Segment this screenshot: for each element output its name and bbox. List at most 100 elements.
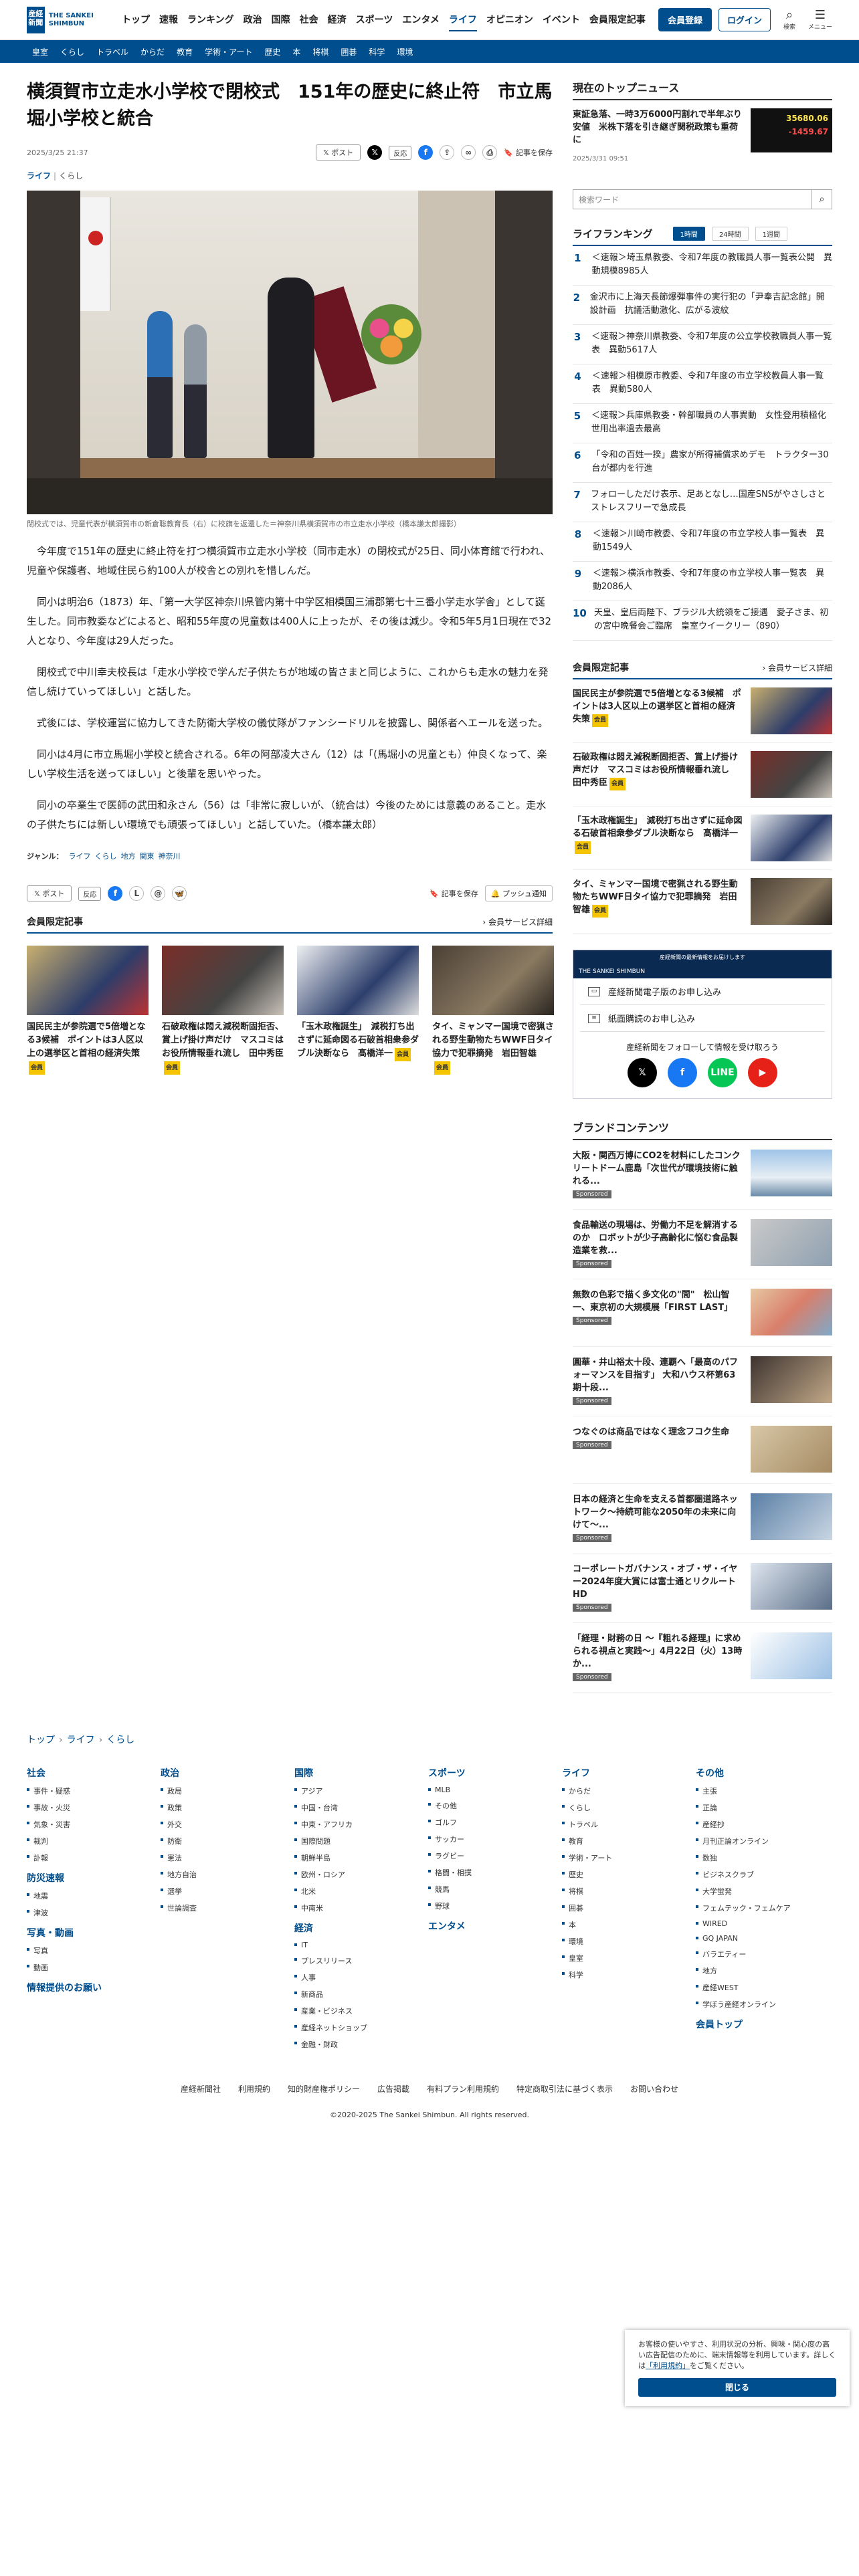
footer-link[interactable]: 学術・アート xyxy=(562,1852,696,1863)
footer-link[interactable]: 競馬 xyxy=(428,1884,562,1895)
footer-link[interactable]: ラグビー xyxy=(428,1850,562,1861)
footer-link[interactable]: 防衛 xyxy=(161,1836,294,1846)
save-article-button-bottom[interactable]: 🔖 記事を保存 xyxy=(430,888,478,899)
footer-link[interactable]: 月刊正論オンライン xyxy=(696,1836,830,1846)
footer-link[interactable]: 産経抄 xyxy=(696,1819,830,1830)
footer-link[interactable]: 津波 xyxy=(27,1907,161,1918)
footer-link[interactable]: 人事 xyxy=(294,1972,428,1983)
facebook-icon[interactable]: f xyxy=(668,1058,697,1087)
breadcrumb-item[interactable]: ライフ xyxy=(67,1735,95,1745)
footer-group-heading[interactable]: 経済 xyxy=(294,1921,428,1935)
footer-link[interactable]: 皇室 xyxy=(562,1953,696,1963)
youtube-icon[interactable]: ▶ xyxy=(748,1058,777,1087)
topnews-item[interactable]: 東証急落、一時3万6000円割れで半年ぶり安値 米株下落を引き継ぎ関税政策も重荷… xyxy=(573,108,832,152)
subnav-item[interactable]: 学術・アート xyxy=(205,46,252,58)
subnav-item[interactable]: くらし xyxy=(60,46,84,58)
nav-item[interactable]: エンタメ xyxy=(402,9,440,31)
footer-link[interactable]: 科学 xyxy=(562,1969,696,1980)
promo-row[interactable]: ▭ 産経新聞電子版のお申し込み xyxy=(580,978,825,1005)
threads-icon[interactable]: @ xyxy=(151,886,166,901)
member-article-card[interactable]: 国民民主が参院選で5倍増となる3候補 ポイントは3人区以上の選挙区と首相の経済失… xyxy=(27,946,149,1075)
share-icon[interactable]: ⇪ xyxy=(440,145,455,160)
footer-group-heading[interactable]: 会員トップ xyxy=(696,2018,830,2031)
ranking-item[interactable]: 8 ＜速報＞川崎市教委、令和7年度の市立学校人事一覧表 異動1549人 xyxy=(573,522,832,562)
footer-link[interactable]: 正論 xyxy=(696,1802,830,1813)
search-button[interactable]: ⌕ 検索 xyxy=(777,9,801,31)
brand-item[interactable]: 食品輸送の現場は、労働力不足を解消するのか ロボットが少子高齢化に悩む食品製造業… xyxy=(573,1219,832,1279)
footer-link[interactable]: 教育 xyxy=(562,1836,696,1846)
footer-link[interactable]: 訃報 xyxy=(27,1852,161,1863)
footer-link[interactable]: 野球 xyxy=(428,1901,562,1911)
register-button[interactable]: 会員登録 xyxy=(658,8,712,31)
member-article-card[interactable]: 石破政権は悶え減税断固拒否、賞上げ掛け声だけ マスコミはお役所情報垂れ流し 田中… xyxy=(162,946,284,1075)
subnav-item[interactable]: からだ xyxy=(140,46,165,58)
nav-item[interactable]: 速報 xyxy=(159,9,178,31)
footer-link[interactable]: 産業・ビジネス xyxy=(294,2006,428,2016)
footer-link[interactable]: ゴルフ xyxy=(428,1817,562,1828)
promo-banner-2[interactable]: THE SANKEI SHIMBUN xyxy=(573,965,832,978)
nav-item[interactable]: 経済 xyxy=(328,9,347,31)
footer-group-heading[interactable]: ライフ xyxy=(562,1766,696,1780)
footer-bottom-link[interactable]: 特定商取引法に基づく表示 xyxy=(516,2083,613,2095)
footer-link[interactable]: 格闘・相撲 xyxy=(428,1867,562,1878)
brand-item[interactable]: 「経理・財務の日 〜『粗れる経理』に求められる視点と実践〜」4月22日（火）13… xyxy=(573,1632,832,1693)
ranking-tab[interactable]: 24時間 xyxy=(711,227,749,241)
terms-link[interactable]: 「利用規約」 xyxy=(646,2361,690,2370)
footer-link[interactable]: アジア xyxy=(294,1786,428,1796)
ranking-item[interactable]: 7 フォローしただけ表示、足あとなし…国産SNSがやさしさとストレスフリーで急成長 xyxy=(573,483,832,522)
brand-item[interactable]: 日本の経済と生命を支える首都圏道路ネットワーク〜持続可能な2050年の未来に向け… xyxy=(573,1493,832,1553)
footer-group-heading[interactable]: 情報提供のお願い xyxy=(27,1981,161,1994)
cookie-close-button[interactable]: 閉じる xyxy=(638,2378,836,2397)
footer-link[interactable]: 産経ネットショップ xyxy=(294,2022,428,2033)
footer-link[interactable]: 将棋 xyxy=(562,1886,696,1897)
footer-link[interactable]: 外交 xyxy=(161,1819,294,1830)
menu-button[interactable]: ☰ メニュー xyxy=(808,9,832,31)
line-icon[interactable]: LINE xyxy=(708,1058,737,1087)
genre-link[interactable]: ライフ xyxy=(68,851,90,861)
footer-group-heading[interactable]: スポーツ xyxy=(428,1766,562,1780)
nav-item[interactable]: スポーツ xyxy=(356,9,393,31)
footer-link[interactable]: 気象・災害 xyxy=(27,1819,161,1830)
nav-item[interactable]: イベント xyxy=(543,9,580,31)
x-post-button-bottom[interactable]: 𝕏 ポスト xyxy=(27,885,72,901)
breadcrumb-item[interactable]: トップ xyxy=(27,1735,55,1745)
footer-link[interactable]: ビジネスクラブ xyxy=(696,1869,830,1880)
ranking-item[interactable]: 1 ＜速報＞埼玉県教委、令和7年度の教職員人事一覧表公開 異動規模8985人 xyxy=(573,246,832,286)
ranking-tab[interactable]: 1時間 xyxy=(672,227,705,241)
ranking-item[interactable]: 10 天皇、皇后両陛下、ブラジル大統領をご接遇 愛子さま、初の宮中晩餐会ご臨席 皇… xyxy=(573,601,832,641)
footer-link[interactable]: GQ JAPAN xyxy=(696,1934,830,1943)
footer-link[interactable]: 朝鮮半島 xyxy=(294,1852,428,1863)
footer-link[interactable]: 地方 xyxy=(696,1965,830,1976)
brand-item[interactable]: つなぐのは商品ではなく理念フコク生命 Sponsored xyxy=(573,1426,832,1484)
promo-row[interactable]: ≡ 紙面購読のお申し込み xyxy=(580,1005,825,1032)
footer-bottom-link[interactable]: 知的財産権ポリシー xyxy=(288,2083,360,2095)
facebook-icon[interactable]: f xyxy=(108,886,123,901)
footer-link[interactable]: 世論調査 xyxy=(161,1903,294,1913)
nav-item[interactable]: 国際 xyxy=(272,9,290,31)
x-icon[interactable]: 𝕏 xyxy=(628,1058,657,1087)
footer-link[interactable]: 大学蛍発 xyxy=(696,1886,830,1897)
subnav-item[interactable]: トラベル xyxy=(96,46,128,58)
footer-link[interactable]: 囲碁 xyxy=(562,1903,696,1913)
subnav-item[interactable]: 歴史 xyxy=(264,46,280,58)
ranking-item[interactable]: 9 ＜速報＞横浜市教委、令和7年度の市立学校人事一覧表 異動2086人 xyxy=(573,562,832,601)
members-more-link[interactable]: › 会員サービス詳細 xyxy=(482,916,553,928)
subnav-item[interactable]: 本 xyxy=(292,46,300,58)
genre-link[interactable]: 神奈川 xyxy=(158,851,180,861)
footer-link[interactable]: 学ぼう産経オンライン xyxy=(696,1999,830,2010)
footer-link[interactable]: WIRED xyxy=(696,1919,830,1928)
bluesky-icon[interactable]: 🦋 xyxy=(172,886,187,901)
brand-item[interactable]: 大阪・関西万博にCO2を材料にしたコンクリートドーム鹿島「次世代が環境技術に触れ… xyxy=(573,1150,832,1210)
facebook-icon[interactable]: f xyxy=(418,145,434,160)
footer-link[interactable]: IT xyxy=(294,1941,428,1949)
footer-bottom-link[interactable]: 産経新聞社 xyxy=(181,2083,221,2095)
link-icon[interactable]: ∞ xyxy=(461,145,476,160)
footer-link[interactable]: その他 xyxy=(428,1800,562,1811)
footer-bottom-link[interactable]: 有料プラン利用規約 xyxy=(427,2083,499,2095)
brand-item[interactable]: 無数の色彩で描く多文化の"間" 松山智一、東京初の大規模展「FIRST LAST… xyxy=(573,1289,832,1347)
footer-link[interactable]: 地方自治 xyxy=(161,1869,294,1880)
breadcrumb-item[interactable]: くらし xyxy=(106,1735,134,1745)
line-icon[interactable]: L xyxy=(129,886,145,901)
footer-link[interactable]: 中南米 xyxy=(294,1903,428,1913)
footer-link[interactable]: 写真 xyxy=(27,1945,161,1956)
